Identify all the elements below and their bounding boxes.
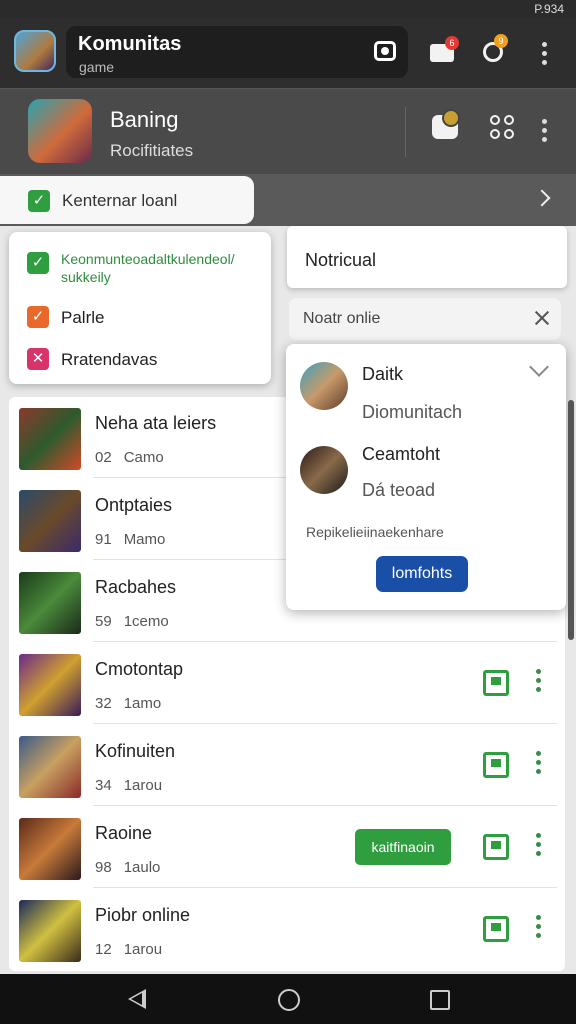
item-thumbnail — [19, 572, 81, 634]
user-avatar[interactable] — [300, 446, 348, 494]
user-name: Ceamtoht — [362, 444, 441, 464]
home-icon[interactable] — [278, 989, 300, 1011]
item-meta: 98 1aulo — [95, 859, 161, 876]
chevron-right-icon[interactable] — [533, 189, 551, 207]
recent-apps-icon[interactable] — [430, 990, 450, 1010]
filter-option-2[interactable]: ✓ Palrle — [9, 306, 271, 336]
filter-menu: ✓ Keonmunteoadaltkulendeol/ sukkeily ✓ P… — [9, 232, 271, 384]
game-title: Baning — [110, 107, 179, 132]
game-subtitle: Rocifitiates — [110, 141, 194, 160]
notifications-header: Notricual — [287, 226, 567, 288]
x-check-icon: ✕ — [27, 348, 49, 370]
mail-icon[interactable]: 6 — [430, 36, 459, 64]
app-subtitle: game — [79, 59, 115, 75]
item-meta: 34 1arou — [95, 777, 163, 794]
user-name: Daitk — [362, 364, 404, 384]
filter-option-3[interactable]: ✕ Rratendavas — [9, 348, 271, 378]
app-title: Komunitas — [78, 33, 182, 55]
item-thumbnail — [19, 654, 81, 716]
item-thumbnail — [19, 736, 81, 798]
item-title: Neha ata leiers — [95, 413, 217, 433]
profile-badge: 9 — [494, 34, 508, 48]
check-icon: ✓ — [28, 190, 50, 212]
system-nav-bar — [0, 974, 576, 1024]
item-more-icon[interactable] — [535, 833, 541, 857]
item-title: Ontptaies — [95, 495, 173, 515]
notifications-title: Notricual — [305, 250, 377, 270]
bookmark-icon[interactable] — [483, 916, 509, 942]
game-avatar[interactable] — [28, 99, 92, 163]
back-icon[interactable] — [128, 989, 146, 1009]
bookmark-icon[interactable] — [483, 670, 509, 696]
item-thumbnail — [19, 490, 81, 552]
popover-button[interactable]: lomfohts — [376, 556, 468, 592]
camera-icon[interactable] — [374, 41, 396, 61]
item-meta: 91 Mamo — [95, 531, 166, 548]
item-title: Piobr online — [95, 905, 191, 925]
bookmark-icon[interactable] — [483, 834, 509, 860]
list-item[interactable]: Raoine 98 1aulo kaitfinaoin — [9, 807, 565, 888]
item-meta: 12 1arou — [95, 941, 163, 958]
filter-option-label: Palrle — [61, 308, 105, 327]
more-menu-icon[interactable] — [541, 42, 547, 66]
game-header: Baning Rocifitiates — [0, 88, 576, 174]
list-item[interactable]: Piobr online 12 1arou — [9, 889, 565, 970]
check-icon: ✓ — [27, 306, 49, 328]
search-placeholder: Noatr onlie — [303, 310, 381, 327]
user-subtitle: Diomunitach — [362, 402, 463, 422]
user-popover: Daitk Diomunitach Ceamtoht Dá teoad Repi… — [286, 344, 566, 610]
filter-option-label: Rratendavas — [61, 350, 158, 369]
app-logo-icon[interactable] — [14, 30, 56, 72]
chat-icon[interactable] — [432, 109, 460, 139]
app-bar: Komunitas game 6 9 — [0, 18, 576, 88]
item-meta: 32 1amo — [95, 695, 162, 712]
check-icon: ✓ — [27, 252, 49, 274]
item-thumbnail — [19, 818, 81, 880]
community-selector[interactable]: Komunitas game — [66, 26, 408, 78]
item-more-icon[interactable] — [535, 915, 541, 939]
item-title: Kofinuiten — [95, 741, 176, 761]
popover-text: Repikelieiinaekenhare — [306, 524, 444, 540]
profile-icon[interactable]: 9 — [480, 34, 508, 64]
divider — [405, 107, 406, 157]
notifications-search[interactable]: Noatr onlie — [289, 298, 561, 340]
item-more-icon[interactable] — [535, 751, 541, 775]
scrollbar[interactable] — [568, 400, 574, 640]
status-bar: P.934 — [0, 0, 576, 18]
filter-bar: ✓ Kenternar loanl — [0, 174, 576, 226]
filter-chip[interactable]: ✓ Kenternar loanl — [0, 176, 254, 224]
status-time: P.934 — [534, 2, 564, 16]
close-icon[interactable] — [533, 309, 551, 327]
filter-option-1[interactable]: ✓ Keonmunteoadaltkulendeol/ sukkeily — [9, 250, 271, 292]
item-thumbnail — [19, 408, 81, 470]
list-item[interactable]: Kofinuiten 34 1arou — [9, 725, 565, 806]
item-more-icon[interactable] — [535, 669, 541, 693]
item-title: Cmotontap — [95, 659, 184, 679]
members-icon[interactable] — [490, 115, 518, 141]
filter-option-label: Keonmunteoadaltkulendeol/ sukkeily — [61, 251, 235, 285]
item-title: Racbahes — [95, 577, 177, 597]
user-subtitle: Dá teoad — [362, 480, 436, 500]
item-meta: 02 Camo — [95, 449, 164, 466]
filter-chip-label: Kenternar loanl — [62, 191, 178, 210]
list-item[interactable]: Cmotontap 32 1amo — [9, 643, 565, 724]
item-meta: 59 1cemo — [95, 613, 169, 630]
item-thumbnail — [19, 900, 81, 962]
bookmark-icon[interactable] — [483, 752, 509, 778]
item-title: Raoine — [95, 823, 153, 843]
join-button[interactable]: kaitfinaoin — [355, 829, 451, 865]
game-more-icon[interactable] — [541, 119, 547, 143]
user-avatar[interactable] — [300, 362, 348, 410]
chevron-down-icon[interactable] — [529, 357, 549, 377]
mail-badge: 6 — [445, 36, 459, 50]
